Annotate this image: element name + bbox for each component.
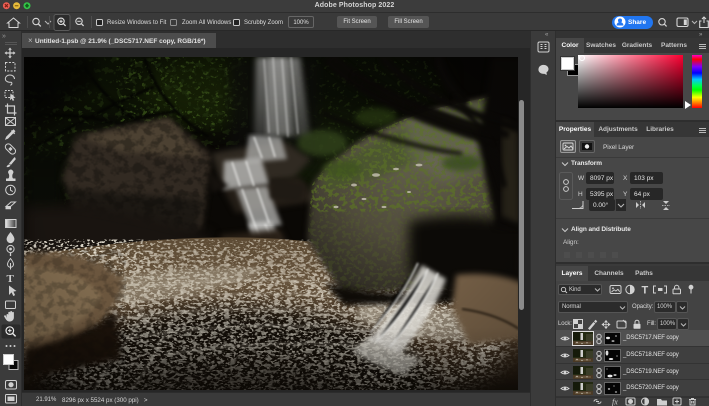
svg-text:»: »: [2, 33, 6, 40]
svg-text:T: T: [642, 285, 649, 297]
svg-text:fx: fx: [612, 398, 618, 406]
svg-text:T: T: [7, 273, 15, 285]
